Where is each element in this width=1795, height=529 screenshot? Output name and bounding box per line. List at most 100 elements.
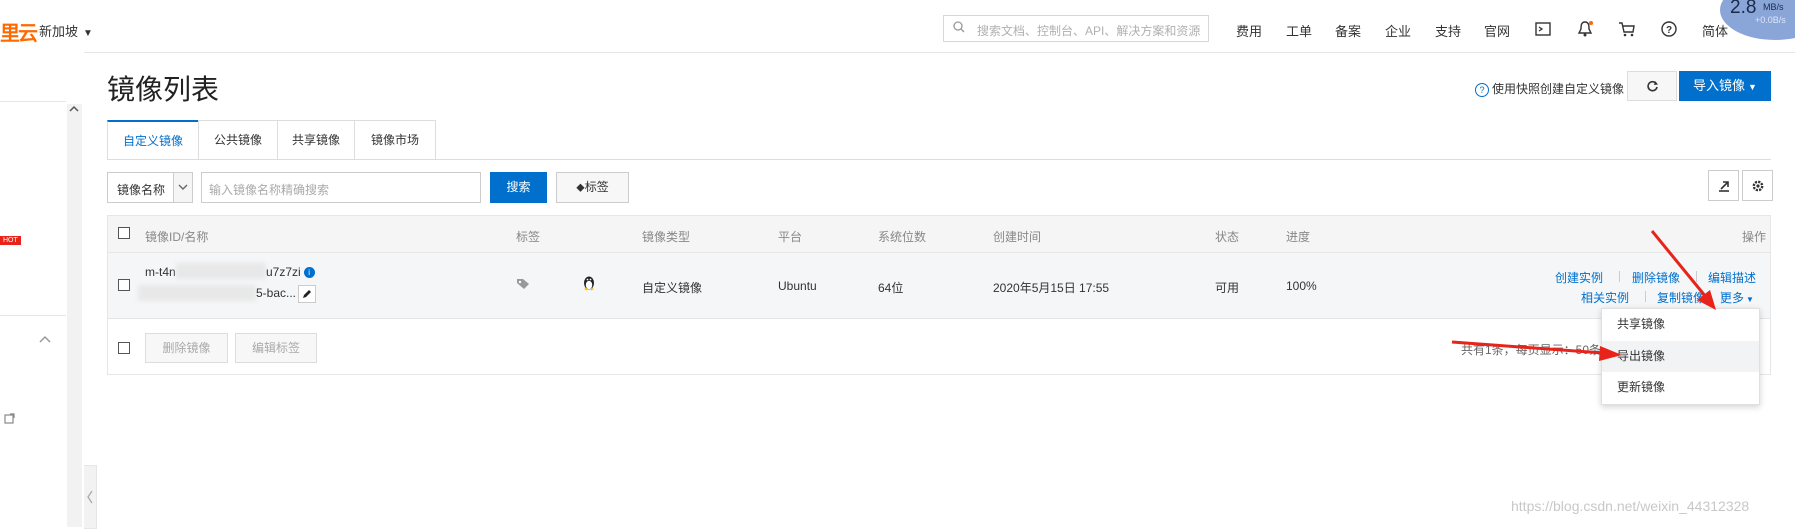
more-actions-menu: 共享镜像 导出镜像 更新镜像 [1601,308,1760,405]
col-actions: 操作 [1742,230,1767,244]
image-id-prefix: m-t4n [145,265,176,279]
tag-filter-button[interactable]: ⬥标签 [556,172,629,203]
nav-support[interactable]: 支持 [1435,21,1461,40]
net-speed-value: 2.8 [1730,0,1757,18]
global-search-input[interactable]: 搜索文档、控制台、API、解决方案和资源 [943,15,1209,42]
region-selector[interactable]: 新加坡 ▼ [39,21,93,40]
menu-item-share-image[interactable]: 共享镜像 [1602,309,1759,340]
logo[interactable]: 里云 [0,17,38,46]
image-progress: 100% [1286,279,1317,293]
bell-icon[interactable] [1576,20,1594,38]
chevron-up-icon[interactable] [38,334,52,344]
refresh-button[interactable] [1627,71,1677,101]
image-id-suffix: u7z7zi i [266,265,315,279]
settings-button[interactable] [1742,170,1773,201]
linux-icon [584,276,594,291]
sidebar-collapse-toggle[interactable] [84,465,97,529]
scroll-up-icon[interactable] [68,104,80,114]
export-icon [1719,181,1729,192]
export-list-button[interactable] [1708,170,1739,201]
action-separator [1696,271,1697,282]
nav-tickets[interactable]: 工单 [1286,21,1312,40]
action-separator [1645,291,1646,302]
caret-down-icon: ▼ [83,28,93,39]
nav-billing[interactable]: 费用 [1236,21,1262,40]
help-icon[interactable]: ? [1660,20,1678,38]
related-instances-link[interactable]: 相关实例 [1581,289,1629,306]
image-name-search-input[interactable]: 输入镜像名称精确搜索 [201,172,481,203]
watermark: https://blog.csdn.net/weixin_44312328 [1511,498,1750,514]
menu-item-export-image[interactable]: 导出镜像 [1602,341,1759,372]
row-checkbox[interactable] [118,279,130,291]
image-table: 镜像ID/名称 标签 镜像类型 平台 系统位数 创建时间 状态 进度 操作 m-… [107,215,1771,375]
tab-custom-images[interactable]: 自定义镜像 [107,120,199,160]
edit-description-link[interactable]: 编辑描述 [1708,269,1756,286]
menu-item-update-image[interactable]: 更新镜像 [1602,372,1759,403]
tab-marketplace-images[interactable]: 镜像市场 [354,120,436,159]
image-platform: Ubuntu [778,279,817,293]
select-all-checkbox[interactable] [118,227,130,239]
table-header: 镜像ID/名称 标签 镜像类型 平台 系统位数 创建时间 状态 进度 操作 [108,216,1770,253]
more-actions-label: 更多 [1720,291,1745,305]
top-bar: 里云 新加坡 ▼ 搜索文档、控制台、API、解决方案和资源 费用 工单 备案 企业… [0,0,1795,53]
sidebar-divider [0,315,66,316]
create-instance-link[interactable]: 创建实例 [1555,269,1603,286]
image-id[interactable]: m-t4n [145,265,176,279]
caret-down-icon: ▼ [1748,82,1757,92]
tab-public-images[interactable]: 公共镜像 [198,120,278,159]
tag-icon[interactable] [516,278,530,290]
nav-enterprise[interactable]: 企业 [1385,21,1411,40]
delete-image-link[interactable]: 删除镜像 [1632,269,1680,286]
image-id-suffix-text: u7z7zi [266,265,301,279]
gear-icon [1752,180,1764,192]
tag-filter-label: 标签 [584,180,609,194]
search-icon [953,21,965,33]
import-image-button[interactable]: 导入镜像 ▼ [1679,71,1771,101]
tag-icon: ⬥ [576,180,585,194]
hot-badge: HOT [0,236,21,245]
bulk-delete-button[interactable]: 删除镜像 [145,333,228,363]
nav-website[interactable]: 官网 [1484,21,1510,40]
net-speed-unit: MB/s [1763,2,1784,12]
tab-shared-images[interactable]: 共享镜像 [277,120,355,159]
import-image-label: 导入镜像 [1693,78,1746,93]
cart-icon[interactable] [1618,20,1636,38]
col-progress: 进度 [1286,230,1311,244]
pagination-summary: 共有1条，每页显示：50条 [1461,343,1602,357]
snapshot-help-link[interactable]: ? 使用快照创建自定义镜像 [1475,80,1624,97]
image-status: 可用 [1215,281,1240,295]
search-placeholder: 搜索文档、控制台、API、解决方案和资源 [977,24,1201,38]
search-button[interactable]: 搜索 [490,172,547,203]
col-bits: 系统位数 [878,230,927,244]
sidebar-scrollbar[interactable] [67,104,82,527]
col-created: 创建时间 [993,230,1042,244]
nav-icp[interactable]: 备案 [1335,21,1361,40]
action-separator [1619,271,1620,282]
help-link-label: 使用快照创建自定义镜像 [1492,82,1625,96]
language-switch[interactable]: 简体 [1702,21,1728,40]
external-link-icon[interactable] [4,413,15,424]
col-image-type: 镜像类型 [642,230,691,244]
image-bits: 64位 [878,281,904,295]
copy-image-link[interactable]: 复制镜像 [1657,289,1705,306]
col-tags: 标签 [516,230,541,244]
select-arrow [173,173,192,202]
col-image-id: 镜像ID/名称 [145,230,209,244]
redacted-id [176,263,266,279]
region-label: 新加坡 [39,24,79,39]
terminal-icon[interactable] [1534,20,1552,38]
bulk-select-checkbox[interactable] [118,342,130,354]
page-title: 镜像列表 [107,74,220,105]
edit-name-button[interactable] [298,285,316,303]
more-actions-link[interactable]: 更多 ▼ [1720,289,1754,306]
info-icon[interactable]: i [303,267,315,278]
image-type: 自定义镜像 [642,281,703,295]
left-sidebar: HOT [0,52,84,527]
filter-field-select[interactable]: 镜像名称 [107,172,193,203]
image-created: 2020年5月15日 17:55 [993,281,1110,295]
chevron-down-icon [178,184,188,190]
pencil-icon [303,290,311,298]
chevron-left-icon [87,490,93,504]
tabs-divider [107,159,1771,160]
bulk-edit-tags-button[interactable]: 编辑标签 [235,333,317,363]
